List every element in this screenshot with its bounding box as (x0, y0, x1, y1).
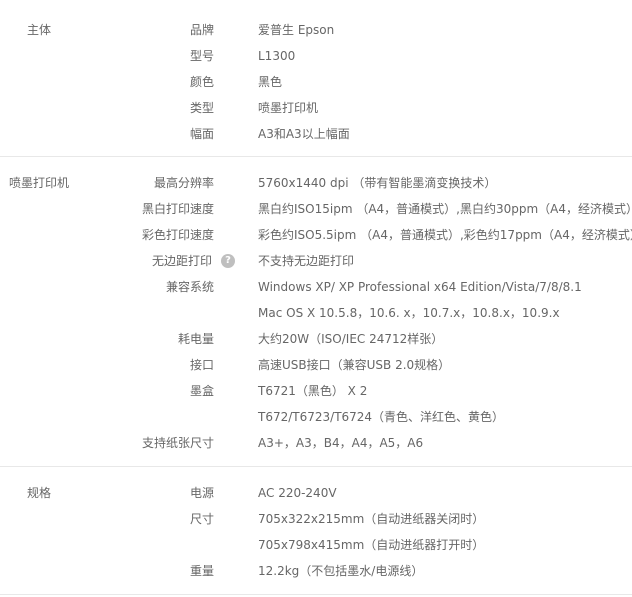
spec-row: 彩色打印速度 彩色约ISO5.5ipm （A4，普通模式）,彩色约17ppm（A4… (0, 222, 632, 248)
spec-row: 黑白打印速度 黑白约ISO15ipm （A4，普通模式）,黑白约30ppm（A4，… (0, 196, 632, 222)
spec-row: 墨盒 T6721（黑色） X 2 (0, 378, 632, 404)
spec-row: Mac OS X 10.5.8，10.6. x，10.7.x，10.8.x，10… (0, 300, 632, 326)
spec-row: 类型 喷墨打印机 (0, 95, 632, 121)
spec-row: 幅面 A3和A3以上幅面 (0, 121, 632, 147)
spec-value: 黑色 (258, 75, 283, 89)
spec-row: 兼容系统 Windows XP/ XP Professional x64 Edit… (0, 274, 632, 300)
spec-label: 型号 (189, 49, 214, 63)
spec-label: 墨盒 (189, 384, 214, 398)
spec-section-specs: 规格 电源 AC 220-240V 尺寸 705x322x215mm（自动进纸器关闭… (0, 467, 632, 595)
spec-value: 705x322x215mm（自动进纸器关闭时） (258, 512, 485, 526)
spec-label: 支持纸张尺寸 (141, 436, 214, 450)
spec-row: 颜色 黑色 (0, 69, 632, 95)
spec-row: 电源 AC 220-240V (0, 480, 632, 506)
spec-value: 高速USB接口（兼容USB 2.0规格） (258, 358, 451, 372)
spec-row: 型号 L1300 (0, 43, 632, 69)
spec-row: 耗电量 大约20W（ISO/IEC 24712样张） (0, 326, 632, 352)
spec-label: 电源 (189, 486, 214, 500)
spec-value: 彩色约ISO5.5ipm （A4，普通模式）,彩色约17ppm（A4，经济模式） (258, 228, 632, 242)
spec-label: 黑白打印速度 (141, 202, 214, 216)
spec-row: 品牌 爱普生 Epson (0, 17, 632, 43)
spec-value: 黑白约ISO15ipm （A4，普通模式）,黑白约30ppm（A4，经济模式） (258, 202, 632, 216)
spec-value: A3和A3以上幅面 (258, 127, 350, 141)
spec-label: 接口 (189, 358, 214, 372)
spec-label: 无边距打印 (151, 254, 212, 268)
spec-label: 颜色 (189, 75, 214, 89)
spec-section-inkjet: 喷墨打印机 最高分辨率 5760x1440 dpi （带有智能墨滴变换技术） 黑白… (0, 157, 632, 467)
spec-label: 品牌 (189, 23, 214, 37)
spec-row: 705x798x415mm（自动进纸器打开时） (0, 532, 632, 558)
spec-row: 支持纸张尺寸 A3+，A3，B4，A4，A5，A6 (0, 430, 632, 456)
spec-label: 幅面 (189, 127, 214, 141)
spec-value: 12.2kg（不包括墨水/电源线） (258, 564, 424, 578)
spec-value: 喷墨打印机 (258, 101, 319, 115)
spec-label: 兼容系统 (165, 280, 214, 294)
spec-row: 接口 高速USB接口（兼容USB 2.0规格） (0, 352, 632, 378)
spec-value: Mac OS X 10.5.8，10.6. x，10.7.x，10.8.x，10… (258, 306, 560, 320)
spec-section-main: 主体 品牌 爱普生 Epson 型号 L1300 颜色 黑色 类型 喷墨打印机 幅面 A3… (0, 0, 632, 157)
spec-value: A3+，A3，B4，A4，A5，A6 (258, 436, 424, 450)
spec-row: 无边距打印 ? 不支持无边距打印 (0, 248, 632, 274)
spec-label: 尺寸 (189, 512, 214, 526)
spec-value: 爱普生 Epson (258, 23, 335, 37)
spec-value: T672/T6723/T6724（青色、洋红色、黄色） (258, 410, 505, 424)
spec-value: 5760x1440 dpi （带有智能墨滴变换技术） (258, 176, 497, 190)
help-icon[interactable]: ? (221, 254, 235, 268)
spec-row: 最高分辨率 5760x1440 dpi （带有智能墨滴变换技术） (0, 170, 632, 196)
spec-row: T672/T6723/T6724（青色、洋红色、黄色） (0, 404, 632, 430)
spec-label: 最高分辨率 (153, 176, 214, 190)
spec-value: AC 220-240V (258, 486, 337, 500)
spec-value: 不支持无边距打印 (258, 254, 355, 268)
spec-value: T6721（黑色） X 2 (258, 384, 368, 398)
spec-row: 尺寸 705x322x215mm（自动进纸器关闭时） (0, 506, 632, 532)
spec-value: Windows XP/ XP Professional x64 Edition/… (258, 280, 582, 294)
spec-label: 重量 (189, 564, 214, 578)
spec-value: 705x798x415mm（自动进纸器打开时） (258, 538, 485, 552)
spec-label: 彩色打印速度 (141, 228, 214, 242)
spec-label: 耗电量 (177, 332, 214, 346)
spec-value: L1300 (258, 49, 296, 63)
spec-label: 类型 (189, 101, 214, 115)
spec-value: 大约20W（ISO/IEC 24712样张） (258, 332, 444, 346)
spec-row: 重量 12.2kg（不包括墨水/电源线） (0, 558, 632, 584)
